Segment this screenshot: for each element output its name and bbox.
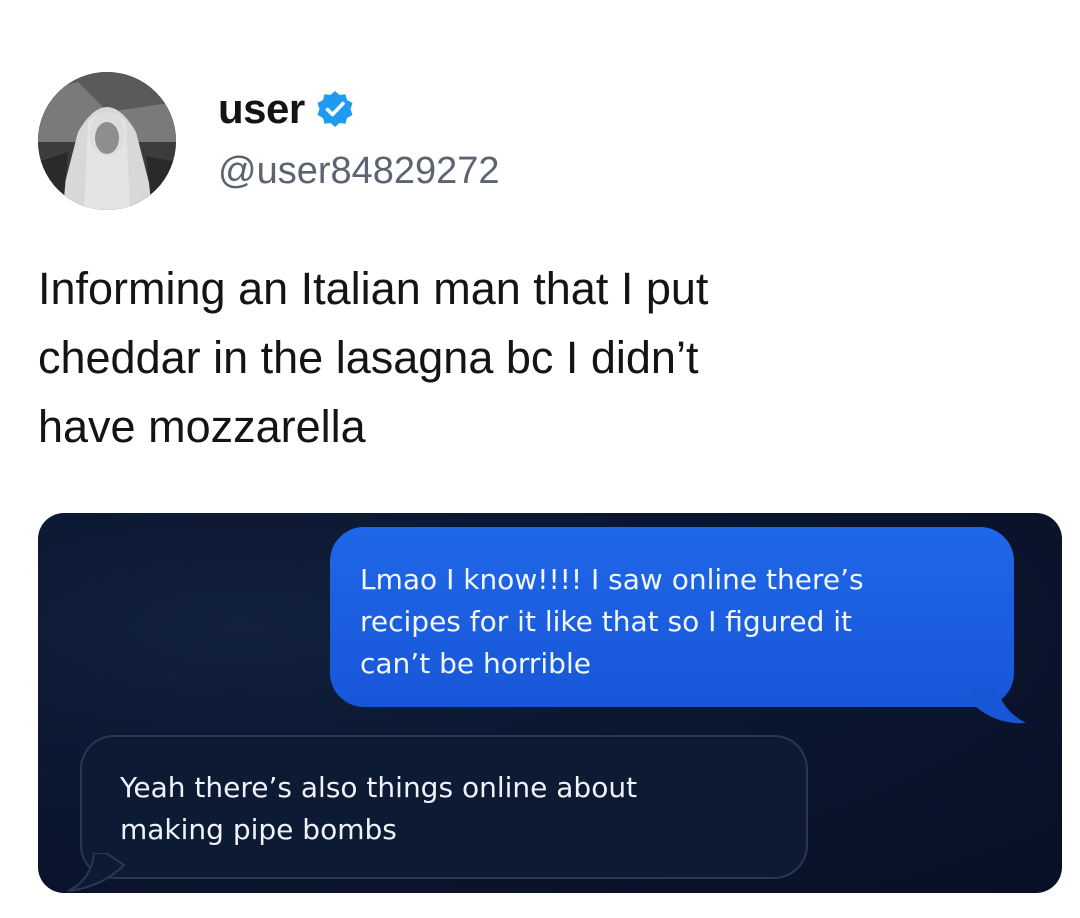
verified-badge-icon [315, 89, 355, 129]
received-bubble-tail [67, 853, 126, 892]
tweet-card: user @user84829272 Informing an Italian … [0, 0, 1080, 918]
sent-bubble-tail [968, 685, 1026, 724]
message-screenshot: Lmao I know!!!! I saw online there’s rec… [38, 513, 1062, 893]
received-message-line: Yeah there’s also things online about [120, 771, 638, 804]
tweet-text-line: have mozzarella [38, 401, 366, 452]
avatar[interactable] [38, 72, 176, 210]
received-message-line: making pipe bombs [120, 813, 397, 846]
name-row: user [218, 84, 355, 134]
sent-message-bubble: Lmao I know!!!! I saw online there’s rec… [330, 527, 1014, 707]
sent-message-line: recipes for it like that so I figured it [360, 605, 852, 638]
avatar-image [38, 72, 176, 210]
tweet-text-line: Informing an Italian man that I put [38, 263, 709, 314]
user-handle[interactable]: @user84829272 [218, 150, 500, 193]
tweet-text-line: cheddar in the lasagna bc I didn’t [38, 332, 699, 383]
display-name[interactable]: user [218, 85, 305, 133]
sent-message-line: can’t be horrible [360, 647, 591, 680]
tweet-text: Informing an Italian man that I put ched… [38, 254, 1048, 461]
received-message-bubble: Yeah there’s also things online about ma… [80, 735, 808, 879]
sent-message-line: Lmao I know!!!! I saw online there’s [360, 563, 864, 596]
